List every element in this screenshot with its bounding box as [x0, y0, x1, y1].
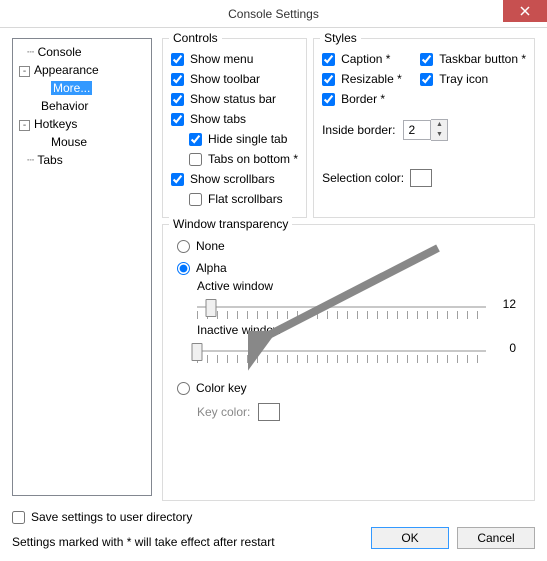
close-button[interactable] [503, 0, 547, 22]
chk-show-toolbar[interactable]: Show toolbar [171, 69, 298, 89]
chk-show-scrollbars[interactable]: Show scrollbars [171, 169, 298, 189]
tree-item-more[interactable]: More... [13, 79, 151, 97]
chk-hide-single-tab[interactable]: Hide single tab [189, 129, 298, 149]
tree-item-console[interactable]: ┄ Console [13, 43, 151, 61]
chk-resizable[interactable]: Resizable * [322, 69, 410, 89]
tree-item-hotkeys[interactable]: -Hotkeys [13, 115, 151, 133]
group-controls-title: Controls [169, 31, 222, 45]
ok-button[interactable]: OK [371, 527, 449, 549]
chk-show-statusbar[interactable]: Show status bar [171, 89, 298, 109]
restart-note: Settings marked with * will take effect … [12, 535, 371, 549]
inside-border-input[interactable]: ▲▼ [403, 119, 448, 141]
radio-color-key[interactable]: Color key [171, 377, 526, 399]
spin-up-icon[interactable]: ▲ [431, 120, 447, 130]
inactive-window-slider[interactable] [197, 337, 486, 367]
window-title: Console Settings [0, 7, 547, 21]
cancel-button[interactable]: Cancel [457, 527, 535, 549]
titlebar: Console Settings [0, 0, 547, 28]
nav-tree[interactable]: ┄ Console -Appearance More... Behavior -… [12, 38, 152, 496]
active-window-label: Active window [197, 279, 526, 293]
group-transparency: Window transparency None Alpha Active wi… [162, 224, 535, 501]
radio-alpha[interactable]: Alpha [171, 257, 526, 279]
chk-tabs-on-bottom[interactable]: Tabs on bottom * [189, 149, 298, 169]
inside-border-label: Inside border: [322, 123, 395, 137]
group-controls: Controls Show menu Show toolbar Show sta… [162, 38, 307, 218]
group-styles: Styles Caption * Resizable * Border * Ta… [313, 38, 535, 218]
close-icon [520, 6, 530, 16]
chk-show-tabs[interactable]: Show tabs [171, 109, 298, 129]
chk-border[interactable]: Border * [322, 89, 410, 109]
chk-tray[interactable]: Tray icon [420, 69, 526, 89]
chk-caption[interactable]: Caption * [322, 49, 410, 69]
tree-item-appearance[interactable]: -Appearance [13, 61, 151, 79]
collapse-icon[interactable]: - [19, 66, 30, 77]
chk-save-user-dir[interactable]: Save settings to user directory [12, 507, 535, 527]
tree-item-behavior[interactable]: Behavior [13, 97, 151, 115]
chk-show-menu[interactable]: Show menu [171, 49, 298, 69]
selection-color-label: Selection color: [322, 171, 404, 185]
selection-color-button[interactable] [410, 169, 432, 187]
spin-down-icon[interactable]: ▼ [431, 130, 447, 140]
chk-taskbar[interactable]: Taskbar button * [420, 49, 526, 69]
tree-item-mouse[interactable]: Mouse [13, 133, 151, 151]
key-color-button[interactable] [258, 403, 280, 421]
radio-none[interactable]: None [171, 235, 526, 257]
tree-item-tabs[interactable]: ┄ Tabs [13, 151, 151, 169]
inactive-window-label: Inactive window [197, 323, 526, 337]
active-window-value: 12 [503, 297, 516, 311]
inactive-window-value: 0 [509, 341, 516, 355]
group-styles-title: Styles [320, 31, 361, 45]
chk-flat-scrollbars[interactable]: Flat scrollbars [189, 189, 298, 209]
key-color-label: Key color: [197, 405, 250, 419]
group-transparency-title: Window transparency [169, 217, 292, 231]
collapse-icon[interactable]: - [19, 120, 30, 131]
active-window-slider[interactable] [197, 293, 486, 323]
